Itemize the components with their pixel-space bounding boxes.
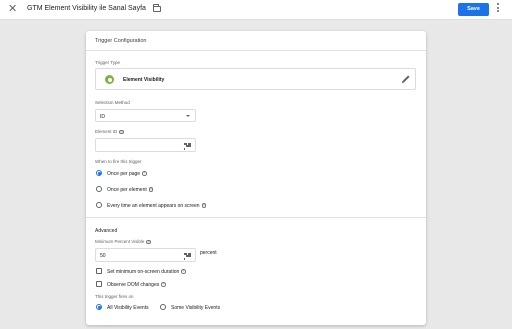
percent-unit: percent (200, 250, 217, 256)
option-observe-dom: Observe DOM changes? (107, 282, 166, 288)
help-icon[interactable]: ? (119, 129, 124, 135)
selection-method-select[interactable]: ID (95, 109, 196, 122)
element-visibility-icon (105, 75, 114, 84)
advanced-heading: Advanced (95, 228, 118, 234)
fire-label: When to fire this trigger (95, 159, 142, 164)
min-percent-input[interactable]: 50 (95, 248, 196, 262)
option-label: Every time an element appears on screen (107, 203, 200, 209)
fires-on-label: This trigger fires on (95, 294, 134, 299)
element-id-label: Element ID? (95, 129, 124, 135)
option-every-time: Every time an element appears on screen? (107, 203, 207, 209)
option-min-duration: Set minimum on-screen duration? (107, 269, 186, 275)
min-percent-value: 50 (100, 253, 106, 259)
trigger-type-label: Trigger Type (95, 60, 121, 65)
more-vert-icon[interactable] (497, 3, 500, 15)
section-divider (86, 217, 426, 218)
checkbox-min-duration[interactable] (96, 268, 102, 274)
option-some-visibility-events: Some Visibility Events (171, 305, 221, 311)
min-percent-label-text: Minimum Percent Visible (95, 239, 145, 244)
help-icon[interactable]: ? (161, 282, 166, 287)
help-icon[interactable]: ? (146, 239, 151, 245)
option-label: Once per page (107, 171, 141, 177)
help-icon[interactable]: ? (201, 203, 207, 208)
option-once-per-element: Once per element? (107, 187, 154, 193)
variable-picker-icon[interactable] (184, 143, 191, 150)
checkbox-observe-dom[interactable] (96, 281, 102, 287)
trigger-title[interactable]: GTM Element Visibility ile Sanal Sayfa (27, 5, 146, 12)
folder-icon[interactable] (153, 4, 161, 12)
min-percent-label: Minimum Percent Visible? (95, 239, 151, 245)
trigger-type-name: Element Visibility (123, 77, 165, 83)
option-once-per-page: Once per page? (107, 171, 147, 177)
dropdown-arrow-icon (186, 115, 190, 117)
close-icon[interactable]: ✕ (8, 3, 17, 15)
radio-all-visibility-events[interactable] (96, 304, 102, 310)
edit-icon[interactable] (402, 75, 410, 83)
save-button[interactable]: Save (458, 3, 489, 16)
radio-every-time[interactable] (96, 202, 102, 208)
help-icon[interactable]: ? (181, 269, 186, 274)
radio-once-per-page[interactable] (96, 170, 102, 176)
trigger-configuration-card: Trigger Configuration Trigger Type Eleme… (86, 31, 426, 325)
radio-some-visibility-events[interactable] (160, 304, 166, 310)
checkbox-label: Observe DOM changes (107, 282, 160, 288)
option-all-visibility-events: All Visibility Events (107, 305, 149, 311)
element-id-label-text: Element ID (95, 129, 118, 134)
card-title: Trigger Configuration (86, 31, 426, 51)
selection-method-label: Selection Method (95, 100, 130, 105)
top-bar: ✕ GTM Element Visibility ile Sanal Sayfa… (0, 0, 512, 20)
selection-method-value: ID (100, 113, 105, 120)
option-label: Once per element (107, 187, 147, 193)
radio-once-per-element[interactable] (96, 186, 102, 192)
help-icon[interactable]: ? (142, 171, 147, 176)
checkbox-label: Set minimum on-screen duration (107, 269, 180, 275)
trigger-type-selector[interactable]: Element Visibility (95, 68, 416, 90)
element-id-input[interactable] (95, 138, 196, 152)
help-icon[interactable]: ? (148, 187, 154, 192)
variable-picker-icon[interactable] (184, 253, 191, 260)
